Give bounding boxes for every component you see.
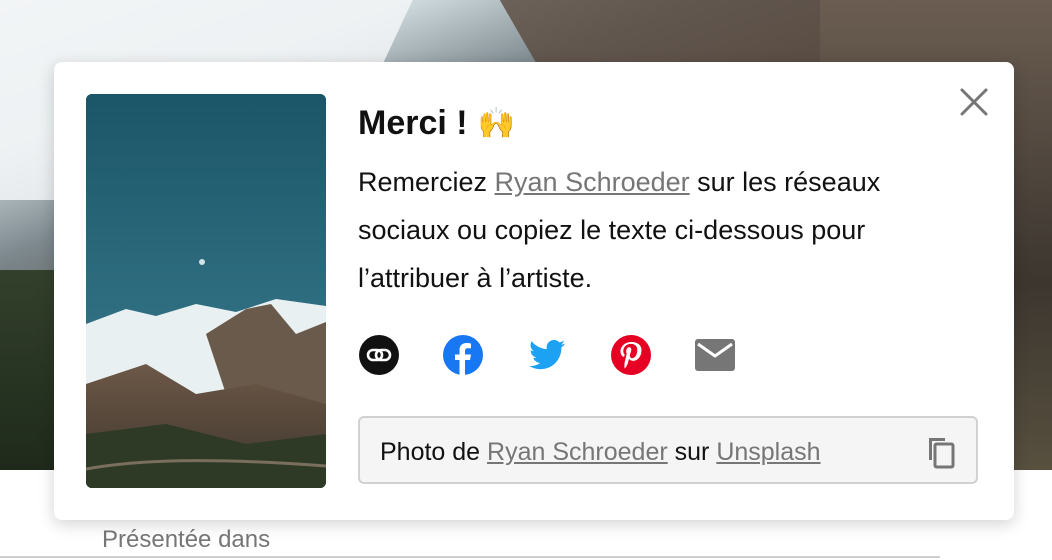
attribution-text: Photo de Ryan Schroeder sur Unsplash bbox=[380, 438, 821, 467]
modal-title-text: Merci ! bbox=[358, 104, 468, 142]
pinterest-share-button[interactable] bbox=[610, 334, 652, 376]
share-buttons bbox=[358, 334, 778, 376]
author-link[interactable]: Ryan Schroeder bbox=[495, 167, 690, 197]
email-icon bbox=[695, 339, 735, 371]
copy-link-button[interactable] bbox=[358, 334, 400, 376]
twitter-share-button[interactable] bbox=[526, 334, 568, 376]
facebook-share-button[interactable] bbox=[442, 334, 484, 376]
twitter-icon bbox=[529, 340, 565, 370]
attribution-site-link[interactable]: Unsplash bbox=[716, 438, 820, 466]
copy-attribution-button[interactable] bbox=[924, 434, 958, 470]
attribution-author-link[interactable]: Ryan Schroeder bbox=[487, 438, 668, 466]
featured-in-label: Présentée dans bbox=[102, 526, 271, 553]
close-icon bbox=[960, 88, 988, 116]
attribution-box: Photo de Ryan Schroeder sur Unsplash bbox=[358, 416, 978, 484]
thanks-modal: Merci ! 🙌 Remerciez Ryan Schroeder sur l… bbox=[54, 62, 1014, 520]
attribution-prefix: Photo de bbox=[380, 438, 488, 466]
divider bbox=[0, 556, 940, 558]
description-prefix: Remerciez bbox=[358, 167, 495, 197]
email-share-button[interactable] bbox=[694, 334, 736, 376]
photo-thumbnail bbox=[86, 94, 326, 488]
close-button[interactable] bbox=[956, 84, 992, 120]
link-icon bbox=[359, 335, 399, 375]
facebook-icon bbox=[443, 335, 483, 375]
pinterest-icon bbox=[611, 335, 651, 375]
thanks-description: Remerciez Ryan Schroeder sur les réseaux… bbox=[358, 158, 968, 302]
attribution-middle: sur bbox=[667, 438, 717, 466]
raised-hands-icon: 🙌 bbox=[477, 106, 515, 140]
copy-icon bbox=[929, 438, 955, 469]
modal-title: Merci ! 🙌 bbox=[358, 104, 515, 143]
mountain-photo bbox=[86, 94, 326, 488]
